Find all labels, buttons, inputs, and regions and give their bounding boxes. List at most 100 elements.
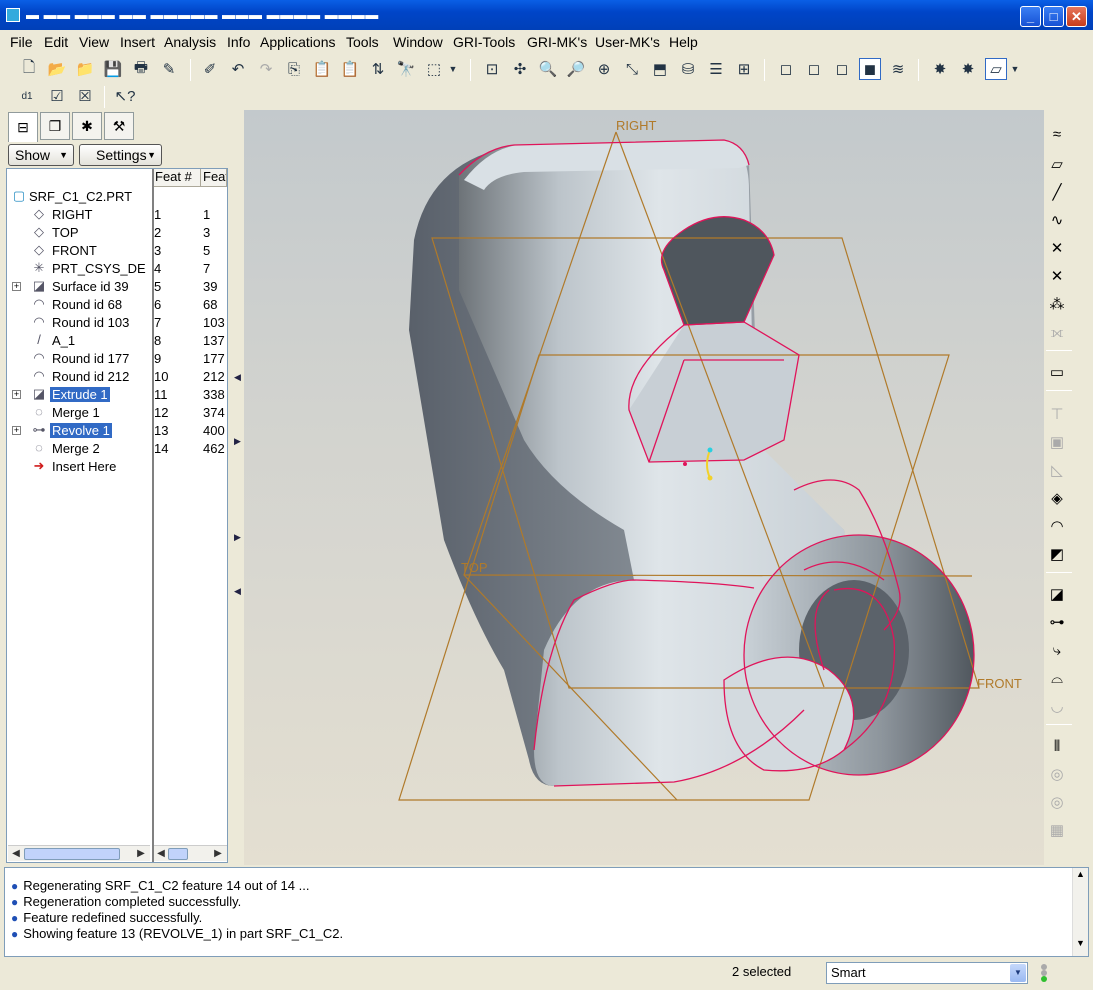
scroll-right-icon[interactable]: ▶ bbox=[212, 848, 224, 860]
view-manager-icon[interactable]: ⊞ bbox=[733, 58, 755, 80]
tree-item[interactable]: ✳ PRT_CSYS_DE 4 7 bbox=[7, 260, 227, 278]
tree-item[interactable]: ◇ TOP 2 3 bbox=[7, 224, 227, 242]
tree-item[interactable]: ◠ Round id 103 7 103 bbox=[7, 314, 227, 332]
hidden-line-icon[interactable]: ◻ bbox=[803, 58, 825, 80]
scroll-thumb[interactable] bbox=[24, 848, 120, 860]
chevron-down-icon[interactable]: ▼ bbox=[446, 58, 460, 80]
trim-icon[interactable]: ◎ bbox=[1044, 790, 1070, 814]
open-multiple-icon[interactable]: 📁 bbox=[74, 58, 96, 80]
annotation-icon[interactable]: ▱ bbox=[985, 58, 1007, 80]
menu-tools[interactable]: Tools bbox=[346, 34, 379, 50]
menu-file[interactable]: File bbox=[10, 34, 33, 50]
menu-view[interactable]: View bbox=[79, 34, 109, 50]
print-icon[interactable]: 🖶 bbox=[130, 58, 152, 80]
expand-icon[interactable]: + bbox=[12, 282, 21, 291]
sketched-datum-curve-icon[interactable]: ≈ bbox=[1044, 122, 1070, 146]
panel-sash[interactable]: ◀ ▶ ▶ ◀ bbox=[232, 110, 244, 865]
tree-item[interactable]: ◠ Round id 68 6 68 bbox=[7, 296, 227, 314]
sweep-icon[interactable]: ⤷ bbox=[1044, 638, 1070, 662]
maximize-button[interactable]: □ bbox=[1043, 6, 1064, 27]
menu-gri-mks[interactable]: GRI-MK's bbox=[527, 34, 587, 50]
copy-icon[interactable]: ⎘ bbox=[283, 58, 305, 80]
pattern-icon[interactable]: ▦ bbox=[1044, 818, 1070, 842]
save-as-icon[interactable]: ✎ bbox=[158, 58, 180, 80]
context-help-icon[interactable]: ↖? bbox=[114, 85, 136, 107]
draft-icon[interactable]: ◈ bbox=[1044, 486, 1070, 510]
settings-dropdown[interactable]: Settings ▼ bbox=[79, 144, 162, 166]
find-icon[interactable]: 🔭 bbox=[395, 58, 417, 80]
tree-item[interactable]: + ◪ Extrude 1 11 338 bbox=[7, 386, 227, 404]
sash-expand-icon[interactable]: ▶ bbox=[234, 532, 241, 543]
ruler-icon[interactable]: d1 bbox=[16, 85, 38, 107]
save-icon[interactable]: 💾 bbox=[102, 58, 124, 80]
model-view[interactable]: RIGHT TOP FRONT bbox=[244, 110, 1044, 865]
chevron-down-icon[interactable]: ▼ bbox=[1010, 964, 1026, 982]
tree-hscroll[interactable]: ◀ ▶ bbox=[8, 845, 150, 861]
menu-applications[interactable]: Applications bbox=[260, 34, 336, 50]
tree-item[interactable]: ◇ RIGHT 1 1 bbox=[7, 206, 227, 224]
column-header-feat-id[interactable]: Feat bbox=[201, 169, 227, 187]
chevron-down-icon[interactable]: ▼ bbox=[1008, 58, 1022, 80]
menu-user-mks[interactable]: User-MK's bbox=[595, 34, 660, 50]
menu-analysis[interactable]: Analysis bbox=[164, 34, 216, 50]
tree-item[interactable]: ◠ Round id 177 9 177 bbox=[7, 350, 227, 368]
reorder-icon[interactable]: ⇅ bbox=[367, 58, 389, 80]
close-box-icon[interactable]: ☒ bbox=[74, 85, 96, 107]
show-dropdown[interactable]: Show ▼ bbox=[8, 144, 74, 166]
boundary-blend-icon[interactable]: ⌓ bbox=[1044, 666, 1070, 690]
tree-item[interactable]: / A_1 8 137 bbox=[7, 332, 227, 350]
check-box-icon[interactable]: ☑ bbox=[46, 85, 68, 107]
tree-item[interactable]: ◠ Round id 212 10 212 bbox=[7, 368, 227, 386]
sash-collapse-icon[interactable]: ◀ bbox=[234, 372, 241, 383]
scroll-right-icon[interactable]: ▶ bbox=[135, 848, 147, 860]
scroll-down-icon[interactable]: ▼ bbox=[1074, 938, 1087, 952]
extrude-icon[interactable]: ◪ bbox=[1044, 582, 1070, 606]
model-tree-tab[interactable]: ⊟ bbox=[8, 112, 38, 142]
scroll-left-icon[interactable]: ◀ bbox=[10, 848, 22, 860]
selection-box-icon[interactable]: ⬚ bbox=[423, 58, 445, 80]
shell-icon[interactable]: ▣ bbox=[1044, 430, 1070, 454]
column-hscroll[interactable]: ◀ ▶ bbox=[154, 845, 227, 861]
tree-item[interactable]: + ⊶ Revolve 1 13 400 bbox=[7, 422, 227, 440]
folder-tab[interactable]: ⚒ bbox=[104, 112, 134, 140]
model-tree-icon[interactable]: ≋ bbox=[887, 58, 909, 80]
graphics-viewport[interactable]: RIGHT TOP FRONT bbox=[244, 110, 1044, 865]
undo-icon[interactable]: ↶ bbox=[227, 58, 249, 80]
paste-special-icon[interactable]: 📋 bbox=[339, 58, 361, 80]
datum-point-icon[interactable]: ✕ bbox=[1044, 236, 1070, 260]
mirror-icon[interactable]: ⫴ bbox=[1044, 734, 1070, 758]
favorites-tab[interactable]: ✱ bbox=[72, 112, 102, 140]
datum-curve-icon[interactable]: ∿ bbox=[1044, 208, 1070, 232]
column-header-feat-num[interactable]: Feat # bbox=[153, 169, 201, 187]
named-views-icon[interactable]: ⬒ bbox=[649, 58, 671, 80]
wireframe-icon[interactable]: ◻ bbox=[775, 58, 797, 80]
scroll-thumb[interactable] bbox=[168, 848, 188, 860]
sash-expand-icon[interactable]: ▶ bbox=[234, 436, 241, 447]
tree-item[interactable]: ◌ Merge 1 12 374 bbox=[7, 404, 227, 422]
menu-info[interactable]: Info bbox=[227, 34, 250, 50]
tree-item[interactable]: ➜ Insert Here bbox=[7, 458, 227, 476]
zoom-in-icon[interactable]: 🔍 bbox=[537, 58, 559, 80]
round-icon[interactable]: ◠ bbox=[1044, 514, 1070, 538]
orient-icon[interactable]: ⤡ bbox=[621, 58, 643, 80]
datum-point-field-icon[interactable]: ⁂ bbox=[1044, 292, 1070, 316]
expand-icon[interactable]: + bbox=[12, 390, 21, 399]
merge-icon[interactable]: ◎ bbox=[1044, 762, 1070, 786]
close-button[interactable]: ✕ bbox=[1066, 6, 1087, 27]
datum-plane-icon[interactable]: ▱ bbox=[1044, 152, 1070, 176]
new-icon[interactable]: 🗋 bbox=[18, 58, 40, 80]
menu-insert[interactable]: Insert bbox=[120, 34, 155, 50]
minimize-button[interactable]: _ bbox=[1020, 6, 1041, 27]
datum-point-offset-icon[interactable]: ✕ bbox=[1044, 264, 1070, 288]
style-icon[interactable]: ◡ bbox=[1044, 694, 1070, 718]
scroll-up-icon[interactable]: ▲ bbox=[1074, 869, 1087, 883]
sash-collapse-icon[interactable]: ◀ bbox=[234, 586, 241, 597]
hole-icon[interactable]: ⊤ bbox=[1044, 402, 1070, 426]
tree-item[interactable]: + ◪ Surface id 39 5 39 bbox=[7, 278, 227, 296]
tree-item[interactable]: ◇ FRONT 3 5 bbox=[7, 242, 227, 260]
scroll-left-icon[interactable]: ◀ bbox=[155, 848, 167, 860]
tree-item[interactable]: ◌ Merge 2 14 462 bbox=[7, 440, 227, 458]
no-hidden-icon[interactable]: ◻ bbox=[831, 58, 853, 80]
tree-root[interactable]: ▢ SRF_C1_C2.PRT bbox=[7, 188, 227, 206]
datum-axis-icon[interactable]: ╱ bbox=[1044, 180, 1070, 204]
